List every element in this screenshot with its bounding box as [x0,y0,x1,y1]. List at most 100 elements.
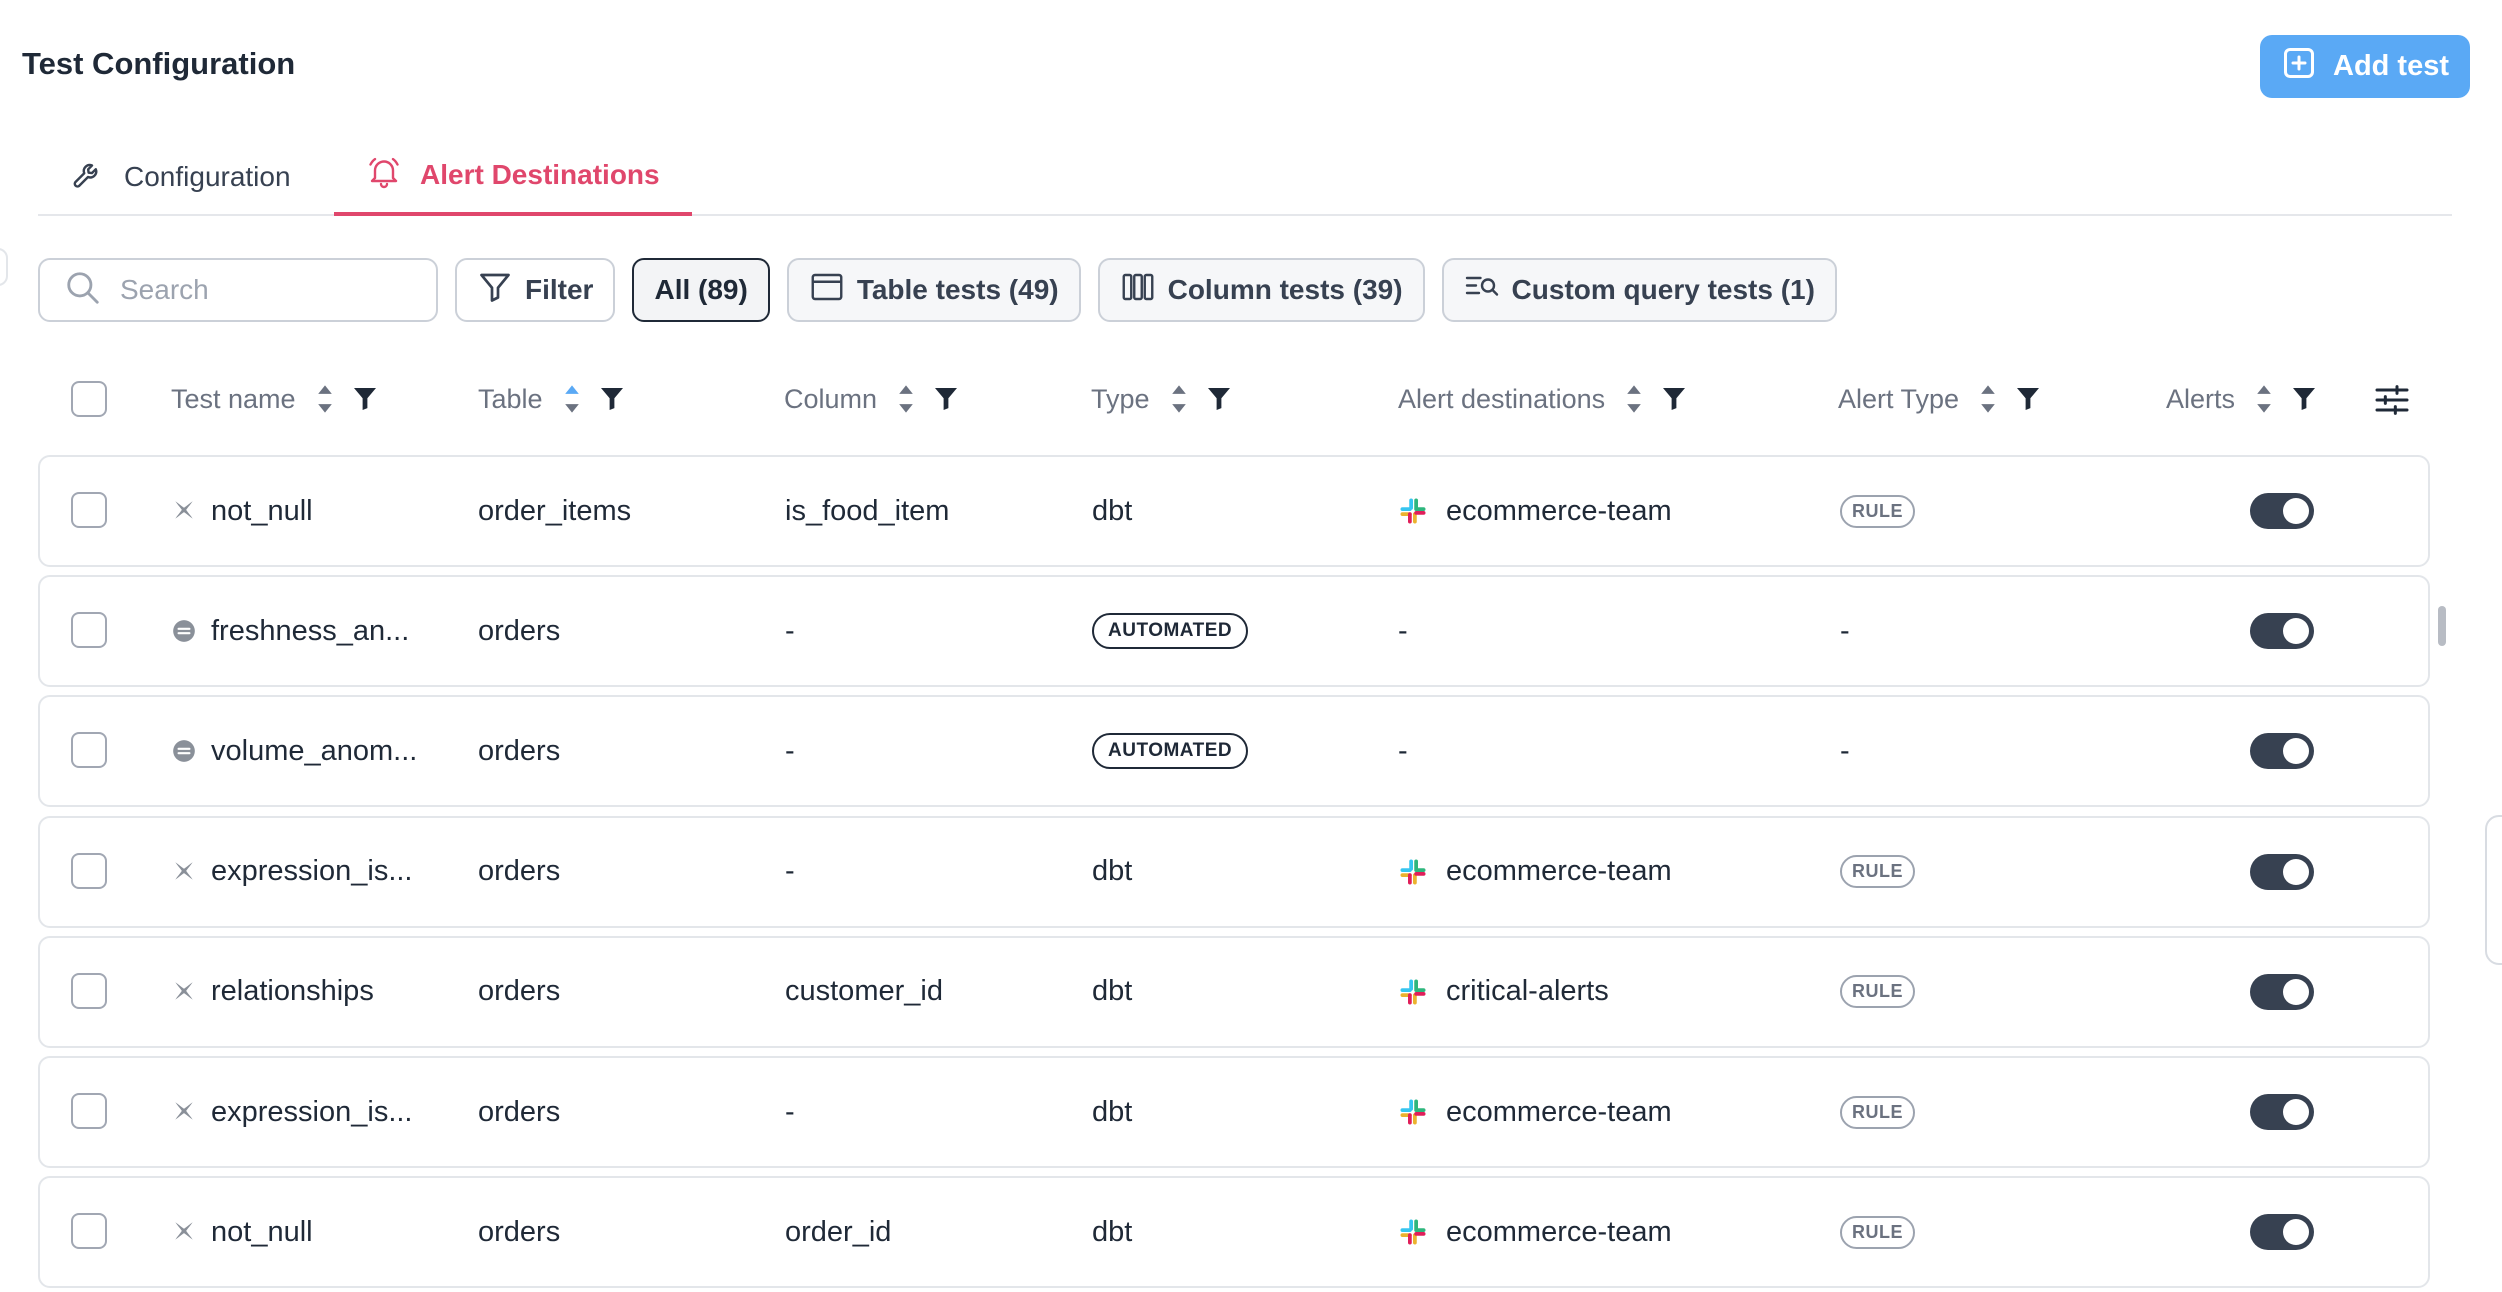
cell-test-name: freshness_an... [171,577,409,685]
row-checkbox[interactable] [71,612,107,649]
row-checkbox[interactable] [71,492,107,528]
cell-table: orders [478,1215,561,1248]
cell-test-name: volume_anom... [171,697,417,805]
toggle-knob [2283,498,2309,524]
header-test-name[interactable]: Test name [171,370,376,428]
cell-alert-type: RULE [1840,938,1915,1046]
side-panel-handle[interactable] [2485,815,2502,965]
table-row[interactable]: not_null order_items is_food_item dbt ecomme… [38,455,2430,567]
chip-all[interactable]: All (89) [632,258,770,322]
table-row[interactable]: volume_anom... orders - AUTOMATED - - [38,695,2430,808]
cell-test-name: relationships [171,938,374,1046]
cell-alert-destination: ecommerce-team [1398,457,1672,565]
row-checkbox[interactable] [71,732,107,769]
sort-icon[interactable] [314,382,336,416]
sort-icon[interactable] [1977,382,1999,416]
chip-custom-query-tests-label: Custom query tests (1) [1511,274,1815,305]
dbt-icon [171,859,197,885]
header-column[interactable]: Column [784,370,958,428]
test-name-text: freshness_an... [211,614,410,647]
header-alert-destinations[interactable]: Alert destinations [1398,370,1686,428]
row-checkbox[interactable] [71,1213,107,1250]
test-name-text: relationships [211,975,374,1008]
header-alerts[interactable]: Alerts [2166,370,2316,428]
cell-type: dbt [1092,1178,1132,1286]
cell-table: orders [478,1095,561,1128]
column-filter-icon[interactable] [1663,387,1686,411]
cell-alert-destination: ecommerce-team [1398,1178,1672,1286]
sliders-icon[interactable] [2372,380,2412,420]
sort-icon[interactable] [895,382,917,416]
row-checkbox[interactable] [71,852,107,889]
sort-icon[interactable] [2253,382,2275,416]
slack-icon [1398,1217,1428,1247]
alerts-toggle[interactable] [2250,733,2314,770]
select-all-checkbox[interactable] [71,381,107,417]
table-row[interactable]: not_null orders order_id dbt ecommerce-team R… [38,1176,2430,1289]
collapse-handle[interactable] [0,248,8,286]
cell-test-name: expression_is... [171,818,413,926]
sort-icon[interactable] [1623,382,1645,416]
destination-name: critical-alerts [1446,975,1609,1008]
cell-alert-type: - [1840,577,1850,685]
header-alert-type[interactable]: Alert Type [1838,370,2040,428]
cell-alert-destination: - [1398,697,1408,805]
cell-table: orders [478,975,561,1008]
cell-alert-type: RULE [1840,1178,1915,1286]
scrollbar-thumb[interactable] [2438,606,2446,646]
alerts-toggle[interactable] [2250,613,2314,650]
alerts-toggle[interactable] [2250,1214,2314,1251]
filter-button[interactable]: Filter [455,258,616,322]
dbt-icon [171,1219,197,1245]
table-row[interactable]: relationships orders customer_id dbt critica… [38,935,2430,1048]
header-table[interactable]: Table [478,370,623,428]
chip-custom-query-tests[interactable]: Custom query tests (1) [1441,258,1837,322]
chip-column-tests[interactable]: Column tests (39) [1097,258,1425,322]
toolbar: Filter All (89) Table tests (49) Column … [38,258,1837,322]
column-filter-icon[interactable] [935,387,958,411]
type-text: dbt [1092,494,1133,527]
search-box[interactable] [38,258,438,322]
cell-column: - [785,1095,795,1128]
table-row[interactable]: expression_is... orders - dbt ecommerce-team… [38,1056,2430,1168]
column-filter-icon[interactable] [1207,387,1230,411]
table-row[interactable]: expression_is... orders - dbt ecommerce-team… [38,815,2430,928]
column-filter-icon[interactable] [2293,387,2316,411]
column-filter-icon[interactable] [600,387,623,411]
test-name-text: not_null [211,1215,313,1248]
row-checkbox[interactable] [71,972,107,1009]
header-type[interactable]: Type [1091,370,1230,428]
type-badge: AUTOMATED [1092,613,1249,650]
alerts-toggle[interactable] [2250,1094,2314,1130]
chip-table-tests[interactable]: Table tests (49) [786,258,1081,322]
alerts-toggle[interactable] [2250,493,2314,529]
sort-icon[interactable] [561,382,583,416]
cell-type: AUTOMATED [1092,697,1249,805]
alerts-toggle[interactable] [2250,853,2314,890]
chip-all-label: All (89) [654,274,748,305]
cell-test-name: expression_is... [171,1058,413,1166]
column-filter-icon[interactable] [353,387,376,411]
alert-type-badge: RULE [1840,1215,1915,1249]
add-test-button[interactable]: Add test [2260,35,2470,98]
tab-configuration[interactable]: Configuration [70,138,291,216]
tab-alert-destinations[interactable]: Alert Destinations [334,138,692,216]
column-filter-icon[interactable] [2017,387,2040,411]
destination-name: ecommerce-team [1446,1215,1672,1248]
search-input[interactable] [120,274,420,306]
dbt-icon [171,979,197,1005]
slack-icon [1398,1097,1428,1127]
cell-column: customer_id [785,975,943,1008]
test-name-text: volume_anom... [211,734,418,767]
dbt-icon [171,498,197,524]
alerts-toggle[interactable] [2250,973,2314,1010]
test-name-text: not_null [211,494,313,527]
destination-name: ecommerce-team [1446,494,1672,527]
cell-test-name: not_null [171,1178,313,1286]
row-checkbox[interactable] [71,1093,107,1129]
sort-icon[interactable] [1168,382,1190,416]
cell-type: dbt [1092,938,1132,1046]
table-row[interactable]: freshness_an... orders - AUTOMATED - - [38,575,2430,688]
query-search-icon [1464,269,1500,312]
cell-column: - [785,614,795,647]
